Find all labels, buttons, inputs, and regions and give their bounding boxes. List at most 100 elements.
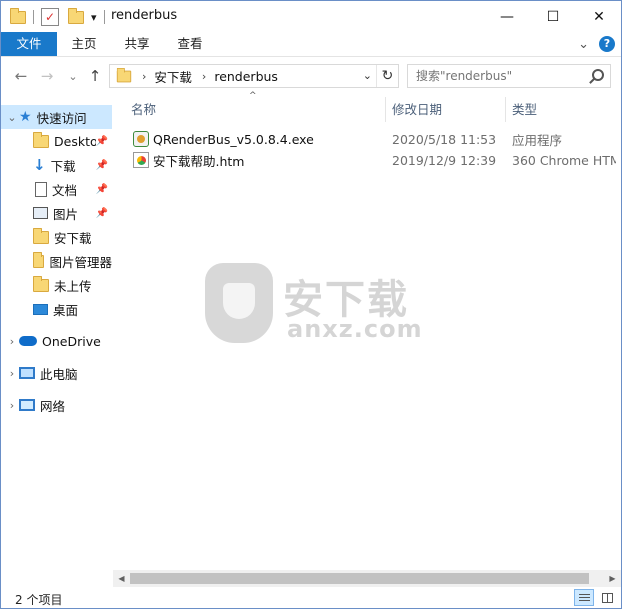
search-input[interactable] (416, 69, 586, 83)
nav-documents[interactable]: 文档 📌 (35, 177, 112, 201)
separator (33, 10, 34, 24)
download-icon: ↓ (33, 156, 46, 174)
ribbon-tabs: 文件 主页 共享 查看 ⌄ ? (1, 32, 621, 57)
expand-icon[interactable]: › (5, 335, 19, 348)
address-dropdown-icon[interactable]: ⌄ (363, 69, 372, 82)
file-row[interactable]: QRenderBus_v5.0.8.4.exe 2020/5/18 11:53 … (113, 129, 621, 150)
new-folder-icon[interactable] (68, 7, 84, 24)
search-icon[interactable] (592, 69, 604, 81)
tab-file[interactable]: 文件 (1, 32, 57, 56)
html-icon (133, 152, 149, 168)
large-icons-view-button[interactable] (597, 589, 617, 606)
tab-home[interactable]: 主页 (61, 32, 107, 56)
properties-icon[interactable]: ✓ (41, 8, 59, 26)
navigation-bar: ← → ⌄ ↑ › 安下载 › renderbus ⌄ ↻ (1, 58, 621, 95)
minimize-button[interactable]: — (484, 1, 530, 32)
file-type: 应用程序 (512, 133, 563, 148)
nav-not-uploaded[interactable]: 未上传 (33, 273, 112, 297)
scroll-thumb[interactable] (130, 573, 589, 584)
column-header-date[interactable]: 修改日期 (392, 97, 502, 122)
file-date: 2019/12/9 12:39 (392, 153, 497, 168)
nav-label: 图片管理器 (49, 254, 112, 270)
help-icon[interactable]: ? (599, 36, 615, 52)
quick-access-toolbar: ✓ ▾ (10, 7, 105, 26)
tab-share[interactable]: 共享 (114, 32, 160, 56)
nav-label: 未上传 (54, 278, 92, 294)
nav-label: 网络 (40, 398, 66, 414)
file-type: 360 Chrome HTML (512, 153, 616, 168)
forward-button[interactable]: → (37, 66, 57, 86)
nav-label: 此电脑 (40, 366, 78, 382)
breadcrumb-item[interactable]: renderbus (214, 69, 278, 84)
nav-label: 图片 (53, 206, 79, 222)
close-button[interactable]: ✕ (576, 1, 622, 32)
nav-pictures[interactable]: 图片 📌 (33, 201, 112, 225)
explorer-window: ✓ ▾ renderbus — ☐ ✕ 文件 主页 共享 查看 ⌄ ? ← → … (0, 0, 622, 609)
exe-icon (133, 131, 149, 147)
column-separator[interactable] (505, 97, 506, 122)
pin-icon: 📌 (95, 183, 108, 195)
scroll-left-button[interactable]: ◀ (113, 570, 130, 587)
watermark: 安下载 anxz.com (201, 263, 431, 349)
window-title: renderbus (111, 8, 178, 23)
folder-icon (33, 131, 49, 148)
customize-qa-dropdown[interactable]: ▾ (91, 11, 97, 24)
nav-onedrive[interactable]: › OneDrive (1, 329, 112, 353)
back-button[interactable]: ← (11, 66, 31, 86)
nav-label: 文档 (52, 182, 78, 198)
horizontal-scrollbar[interactable]: ◀ ▶ (113, 570, 621, 587)
ribbon-expand-icon[interactable]: ⌄ (578, 37, 589, 52)
maximize-button[interactable]: ☐ (530, 1, 576, 32)
nav-desktop-pinned[interactable]: Desktop 📌 (33, 129, 112, 153)
folder-icon (33, 227, 49, 244)
column-separator[interactable] (385, 97, 386, 122)
up-button[interactable]: ↑ (85, 66, 105, 86)
document-icon (35, 181, 47, 197)
nav-network[interactable]: › 网络 (1, 393, 112, 417)
column-header-name[interactable]: 名称 (131, 97, 385, 122)
column-header-type[interactable]: 类型 (512, 97, 612, 122)
details-view-button[interactable] (574, 589, 594, 606)
expand-icon[interactable]: › (5, 367, 19, 380)
nav-label: Desktop (54, 133, 96, 149)
star-icon: ★ (19, 109, 32, 125)
details-view-icon (579, 594, 590, 602)
item-count: 2 个项目 (15, 593, 63, 607)
nav-label: 安下载 (54, 230, 92, 246)
large-icons-view-icon (602, 593, 613, 603)
nav-downloads[interactable]: ↓ 下载 📌 (33, 153, 112, 177)
picture-icon (33, 207, 48, 219)
file-date: 2020/5/18 11:53 (392, 132, 497, 147)
nav-this-pc[interactable]: › 此电脑 (1, 361, 112, 385)
nav-label: 快速访问 (36, 110, 87, 126)
pin-icon: 📌 (95, 207, 108, 219)
folder-icon (33, 251, 45, 268)
nav-label: 桌面 (53, 302, 79, 318)
folder-icon (116, 67, 132, 82)
nav-quick-access[interactable]: ⌄ ★ 快速访问 (1, 105, 112, 129)
separator (103, 10, 105, 24)
breadcrumb-separator[interactable]: › (202, 70, 206, 83)
recent-locations-dropdown[interactable]: ⌄ (63, 66, 83, 86)
expand-icon[interactable]: ⌄ (5, 111, 19, 124)
address-bar[interactable]: › 安下载 › renderbus ⌄ ↻ (109, 64, 399, 88)
scroll-right-button[interactable]: ▶ (604, 570, 621, 587)
computer-icon (19, 367, 35, 379)
search-box[interactable] (407, 64, 611, 88)
nav-desktop[interactable]: 桌面 (33, 297, 112, 321)
breadcrumb-separator[interactable]: › (142, 70, 146, 83)
desktop-icon (33, 303, 48, 315)
nav-anxiazai[interactable]: 安下载 (33, 225, 112, 249)
folder-icon[interactable] (10, 7, 26, 24)
tab-view[interactable]: 查看 (167, 32, 213, 56)
cloud-icon (19, 336, 37, 346)
pin-icon: 📌 (95, 135, 108, 147)
file-row[interactable]: 安下载帮助.htm 2019/12/9 12:39 360 Chrome HTM… (113, 150, 621, 171)
expand-icon[interactable]: › (5, 399, 19, 412)
breadcrumb-item[interactable]: 安下载 (154, 67, 192, 86)
nav-image-manager[interactable]: 图片管理器 (33, 249, 112, 273)
title-bar: ✓ ▾ renderbus — ☐ ✕ (1, 1, 621, 32)
watermark-shield-icon (205, 263, 273, 343)
status-bar: 2 个项目 (1, 587, 621, 608)
refresh-button[interactable]: ↻ (376, 65, 398, 87)
